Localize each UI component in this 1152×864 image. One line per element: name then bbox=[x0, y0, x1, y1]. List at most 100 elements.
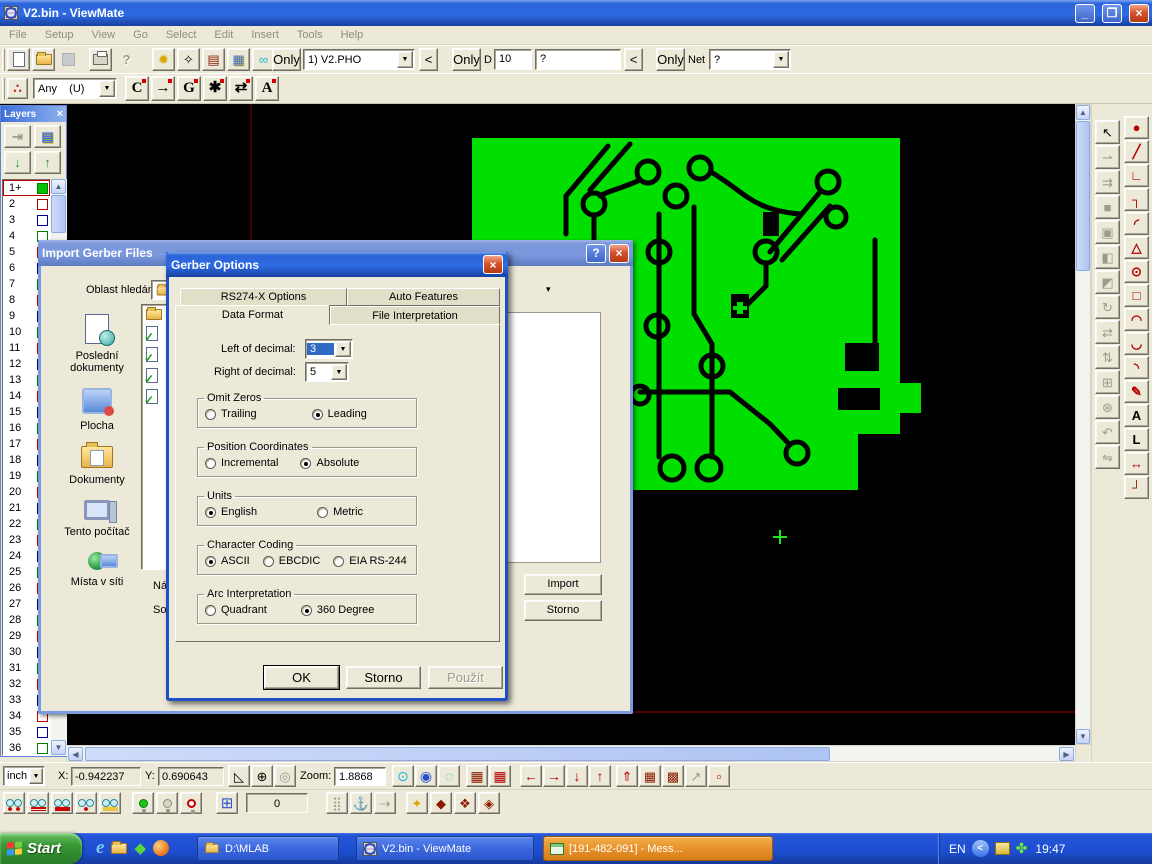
places-item[interactable]: Dokumenty bbox=[69, 446, 125, 486]
radio-option[interactable]: 360 Degree bbox=[301, 604, 375, 616]
rotate-tool[interactable]: ↻ bbox=[1095, 295, 1120, 319]
zoom-field[interactable]: 1.8868 bbox=[334, 767, 386, 786]
inspect-pads-button[interactable] bbox=[51, 792, 73, 814]
mirror-vertical-tool[interactable]: ◧ bbox=[1095, 245, 1120, 269]
net-combo[interactable]: ? ▼ bbox=[709, 49, 791, 70]
apply-button[interactable]: Použít bbox=[428, 666, 503, 689]
save-button[interactable] bbox=[57, 48, 80, 71]
layer-color-swatch[interactable] bbox=[37, 199, 48, 210]
transform-tool[interactable]: ⊛ bbox=[1095, 395, 1120, 419]
scroll-up-button[interactable]: ▲ bbox=[1076, 105, 1090, 120]
layer-row[interactable]: 2 bbox=[3, 196, 50, 212]
net-combo-arrow-icon[interactable]: ▼ bbox=[773, 51, 789, 68]
horizontal-scrollbar[interactable]: ◀ ▶ bbox=[66, 745, 1076, 762]
pan-down-button[interactable]: ↓ bbox=[566, 765, 588, 787]
layers-scroll-down-button[interactable]: ▼ bbox=[51, 740, 66, 755]
only-layer-button[interactable]: Only bbox=[272, 48, 301, 71]
circular-tool-button[interactable]: C bbox=[125, 76, 149, 101]
radio-option[interactable]: Absolute bbox=[300, 457, 359, 469]
import-close-button[interactable]: × bbox=[609, 244, 629, 263]
radio-icon[interactable] bbox=[205, 458, 216, 469]
layer-color-swatch[interactable] bbox=[37, 727, 48, 738]
tab-data-format[interactable]: Data Format bbox=[175, 305, 330, 325]
file-checked-icon[interactable]: ✓ bbox=[146, 347, 158, 362]
pad-flash-button[interactable]: ✦ bbox=[406, 792, 428, 814]
pan-left-button[interactable]: ← bbox=[520, 765, 542, 787]
clock[interactable]: 19:47 bbox=[1035, 842, 1065, 856]
radio-option[interactable]: EIA RS-244 bbox=[333, 555, 406, 567]
radio-icon[interactable] bbox=[312, 409, 323, 420]
draw-polyline-tool[interactable]: ∟ bbox=[1124, 164, 1149, 187]
task-button-mlab[interactable]: D:\MLAB bbox=[197, 836, 339, 861]
left-of-decimal-combo[interactable]: 3 ▼ bbox=[305, 339, 353, 359]
layer-row[interactable]: 36 bbox=[3, 740, 50, 756]
menu-item[interactable]: Insert bbox=[242, 26, 288, 44]
print-button[interactable] bbox=[89, 48, 112, 71]
fill-square-tool[interactable]: ■ bbox=[1095, 195, 1120, 219]
radio-option[interactable]: Trailing bbox=[205, 408, 257, 420]
ok-button[interactable]: OK bbox=[264, 666, 339, 689]
places-item[interactable]: Plocha bbox=[80, 388, 114, 432]
flash-tool-button[interactable]: ✱ bbox=[203, 76, 227, 101]
vertical-scrollbar[interactable]: ▲ ▼ bbox=[1075, 104, 1091, 745]
dcode-input[interactable]: 10 bbox=[494, 49, 532, 70]
pad-multi-button[interactable]: ❖ bbox=[454, 792, 476, 814]
mirror-horizontal-tool[interactable]: ◩ bbox=[1095, 270, 1120, 294]
g-tool-button[interactable]: G bbox=[177, 76, 201, 101]
flash-pad-tool[interactable]: ● bbox=[1124, 116, 1149, 139]
swap-tool-button[interactable]: ⇄ bbox=[229, 76, 253, 101]
dimension-tool[interactable]: ↔ bbox=[1124, 452, 1149, 475]
unit-combo[interactable]: inch ▼ bbox=[3, 766, 45, 786]
radio-icon[interactable] bbox=[333, 556, 344, 567]
grid-dots-button[interactable]: ▦ bbox=[639, 765, 661, 787]
tab-file-interpretation[interactable]: File Interpretation bbox=[330, 306, 500, 325]
aperture-dots-button[interactable]: ∴ bbox=[7, 78, 28, 99]
layer-color-swatch[interactable] bbox=[37, 743, 48, 754]
move-items-tool[interactable]: ⇉ bbox=[1095, 170, 1120, 194]
firefox-quicklaunch-icon[interactable] bbox=[153, 840, 169, 856]
tab-auto-features[interactable]: Auto Features bbox=[347, 288, 500, 306]
any-dcode-combo[interactable]: Any (U) ▼ bbox=[33, 78, 117, 99]
layer-down-button[interactable]: ↓ bbox=[4, 151, 31, 174]
menu-item[interactable]: Help bbox=[332, 26, 373, 44]
menu-item[interactable]: View bbox=[82, 26, 124, 44]
fill-square2-tool[interactable]: ▣ bbox=[1095, 220, 1120, 244]
minimize-button[interactable]: _ bbox=[1075, 4, 1095, 23]
menu-item[interactable]: File bbox=[0, 26, 36, 44]
swap-corners-tool[interactable]: ⇄ bbox=[1095, 320, 1120, 344]
any-combo-arrow-icon[interactable]: ▼ bbox=[99, 80, 115, 97]
menu-item[interactable]: Go bbox=[124, 26, 157, 44]
radio-option[interactable]: EBCDIC bbox=[263, 555, 321, 567]
radio-option[interactable]: ASCII bbox=[205, 555, 250, 567]
right-decimal-arrow-icon[interactable]: ▼ bbox=[331, 364, 347, 380]
angle-measure-button[interactable]: ◺ bbox=[228, 765, 250, 787]
points-grid-button[interactable]: ⣿ bbox=[326, 792, 348, 814]
gerber-close-button[interactable]: × bbox=[483, 255, 503, 274]
inspect-lines-button[interactable] bbox=[27, 792, 49, 814]
layer-row[interactable]: 1+ bbox=[3, 180, 50, 196]
layer-up-button[interactable]: ↑ bbox=[34, 151, 61, 174]
scroll-down-button[interactable]: ▼ bbox=[1076, 729, 1090, 744]
scroll-right-button[interactable]: ▶ bbox=[1059, 747, 1074, 761]
text-a-tool[interactable]: A bbox=[1124, 404, 1149, 427]
arrow-tool-button[interactable]: → bbox=[151, 76, 175, 101]
sketch-tool[interactable]: ✎ bbox=[1124, 380, 1149, 403]
draw-arc-down-tool[interactable]: ◡ bbox=[1124, 332, 1149, 355]
undo-shape-tool[interactable]: ↶ bbox=[1095, 420, 1120, 444]
task-button-message[interactable]: [191-482-091] - Mess... bbox=[543, 836, 773, 861]
task-button-viewmate[interactable]: V2.bin - ViewMate bbox=[356, 836, 534, 861]
pad-outline-button[interactable]: ◈ bbox=[478, 792, 500, 814]
layers-close-icon[interactable]: × bbox=[57, 108, 63, 120]
menu-item[interactable]: Edit bbox=[205, 26, 242, 44]
dotted-frame-button[interactable]: ▫ bbox=[708, 765, 730, 787]
new-file-button[interactable] bbox=[7, 48, 30, 71]
corner-round-tool[interactable]: ┘ bbox=[1124, 476, 1149, 499]
draw-circle-tool[interactable]: ⊙ bbox=[1124, 260, 1149, 283]
places-item[interactable]: Poslední dokumenty bbox=[70, 314, 124, 374]
view-grid-button[interactable]: ▦ bbox=[466, 765, 488, 787]
inspect-dcodes-button[interactable] bbox=[3, 792, 25, 814]
pan-up-page-button[interactable]: ⇑ bbox=[616, 765, 638, 787]
layer-combo-arrow-icon[interactable]: ▼ bbox=[397, 51, 413, 68]
close-button[interactable]: × bbox=[1129, 4, 1149, 23]
draw-arc-corner-tool[interactable]: ◝ bbox=[1124, 356, 1149, 379]
